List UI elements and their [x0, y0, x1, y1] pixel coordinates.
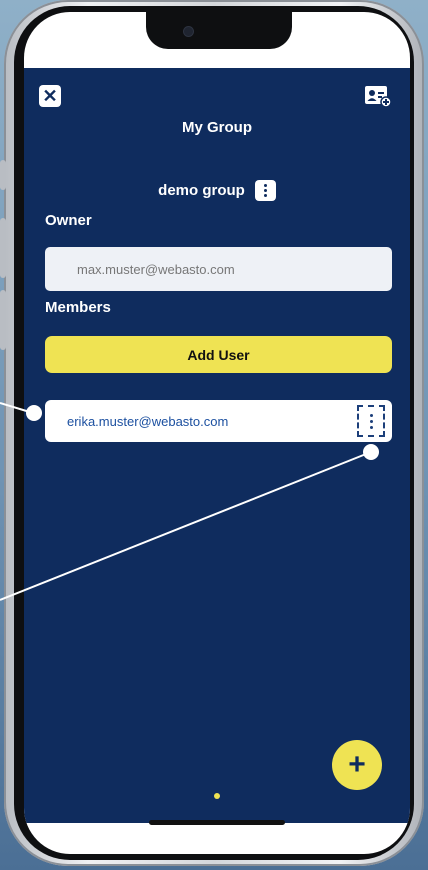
member-list-item[interactable]: erika.muster@webasto.com [45, 400, 392, 442]
page-indicator-dot [214, 793, 220, 799]
volume-down-button [0, 290, 6, 350]
volume-up-button [0, 218, 6, 278]
plus-icon: + [348, 748, 366, 781]
add-fab-button[interactable]: + [332, 740, 382, 790]
owner-label: Owner [45, 212, 92, 229]
add-user-button[interactable]: Add User [45, 336, 392, 373]
add-contact-card-icon [365, 86, 392, 108]
home-indicator[interactable] [149, 820, 285, 825]
camera-icon [184, 27, 193, 36]
close-button[interactable]: ✕ [39, 85, 61, 107]
kebab-menu-icon [263, 184, 267, 187]
group-name-row: demo group [24, 180, 410, 201]
group-menu-button[interactable] [254, 180, 276, 201]
owner-email-field: max.muster@webasto.com [45, 247, 392, 291]
add-member-contact-button[interactable] [364, 84, 392, 108]
phone-screen: ✕ My Group demo group Owner max.muster@w… [24, 12, 410, 854]
kebab-dot [263, 194, 267, 197]
mute-switch [0, 160, 6, 190]
group-name: demo group [158, 182, 245, 199]
kebab-menu-icon [369, 413, 373, 417]
kebab-dot [369, 425, 373, 429]
kebab-dot [263, 189, 267, 192]
close-icon: ✕ [42, 86, 58, 106]
notch [146, 12, 292, 49]
kebab-dot [369, 419, 373, 423]
member-email: erika.muster@webasto.com [67, 413, 229, 429]
page-title: My Group [182, 119, 252, 136]
member-menu-button[interactable] [357, 405, 385, 437]
members-label: Members [45, 299, 111, 316]
